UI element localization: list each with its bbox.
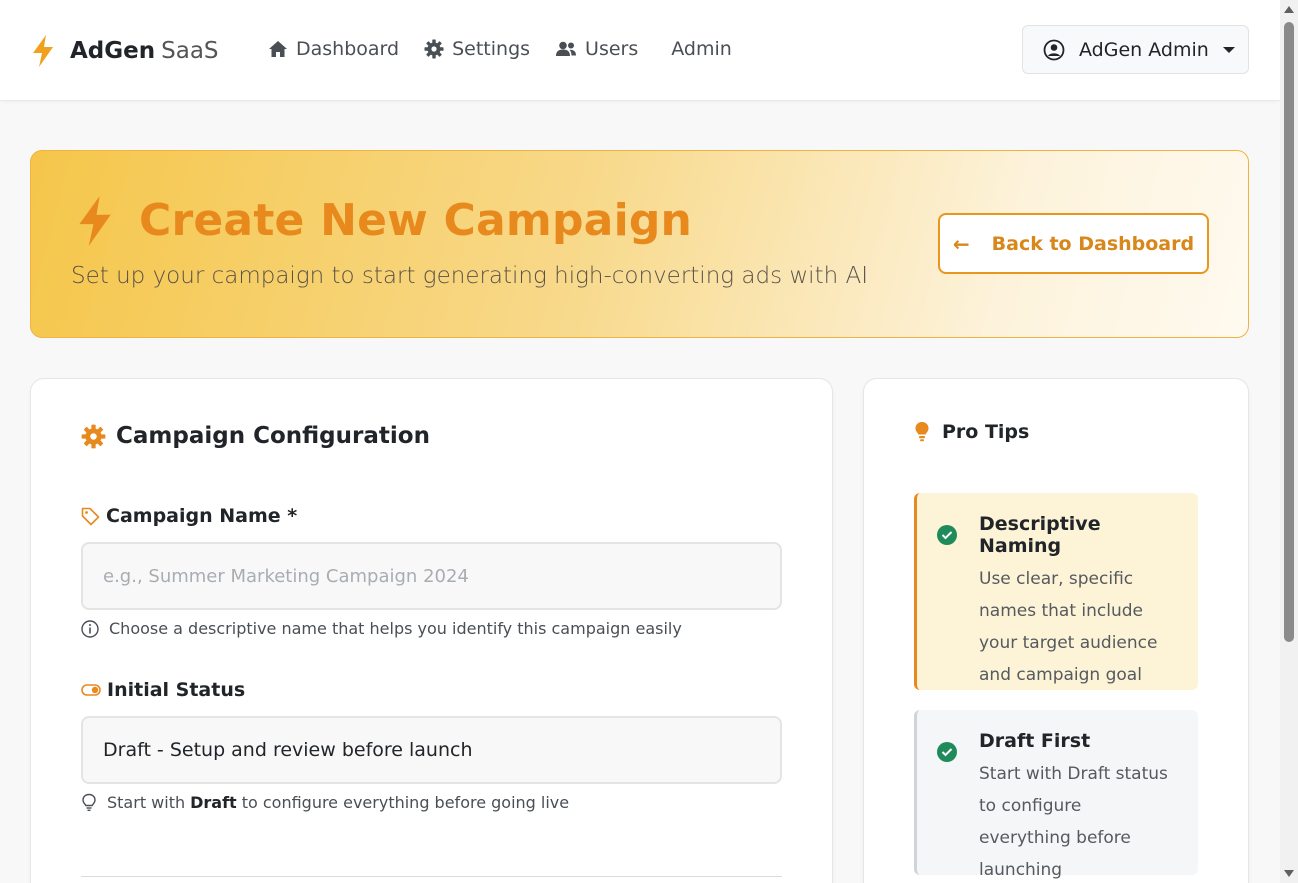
user-menu-label: AdGen Admin xyxy=(1079,38,1209,61)
pro-tips-title-text: Pro Tips xyxy=(942,421,1030,443)
tip-text: Use clear, specific names that include y… xyxy=(979,569,1158,685)
bolt-icon xyxy=(33,35,53,67)
campaign-config-title: Campaign Configuration xyxy=(81,423,430,449)
toggle-icon xyxy=(81,684,101,696)
user-circle-icon xyxy=(1043,39,1065,60)
status-help-prefix: Start with xyxy=(107,793,186,812)
campaign-config-title-text: Campaign Configuration xyxy=(116,423,430,449)
back-to-dashboard-button[interactable]: ← Back to Dashboard xyxy=(938,213,1209,274)
lightbulb-icon xyxy=(82,793,96,811)
campaign-config-card: Campaign Configuration Campaign Name * C… xyxy=(30,378,833,883)
initial-status-value: Draft - Setup and review before launch xyxy=(103,739,473,761)
initial-status-label-text: Initial Status xyxy=(107,679,246,701)
initial-status-help: Start with Draft to configure everything… xyxy=(81,793,569,812)
user-menu-button[interactable]: AdGen Admin xyxy=(1022,25,1249,74)
brand-suffix: SaaS xyxy=(161,38,219,64)
lightbulb-icon xyxy=(915,422,929,442)
nav-dashboard[interactable]: Dashboard xyxy=(268,38,399,60)
nav-settings-label: Settings xyxy=(452,38,531,60)
page-subtitle: Set up your campaign to start generating… xyxy=(71,263,868,289)
chevron-down-icon xyxy=(1222,46,1235,53)
status-help-suffix: to configure everything before going liv… xyxy=(241,793,570,812)
campaign-name-label: Campaign Name * xyxy=(81,505,297,527)
pro-tips-title: Pro Tips xyxy=(914,421,1029,443)
nav-users-label: Users xyxy=(585,38,639,60)
gear-icon xyxy=(81,424,106,448)
back-to-dashboard-label: Back to Dashboard xyxy=(991,232,1195,255)
page-header-banner: Create New Campaign Set up your campaign… xyxy=(30,150,1249,338)
campaign-name-help: Choose a descriptive name that helps you… xyxy=(81,619,682,638)
tip-draft-first: Draft First Start with Draft status to c… xyxy=(914,710,1198,880)
tip-title: Descriptive Naming xyxy=(979,513,1101,557)
page-scrollbar[interactable] xyxy=(1280,0,1298,883)
home-icon xyxy=(269,41,287,57)
page-title: Create New Campaign xyxy=(75,195,692,246)
check-circle-icon xyxy=(937,742,957,762)
section-divider xyxy=(81,876,782,877)
top-navbar: AdGen SaaS Dashboard Settings Users Admi… xyxy=(0,0,1280,101)
nav-users[interactable]: Users xyxy=(555,38,638,60)
check-circle-icon xyxy=(937,525,957,545)
pro-tips-card: Pro Tips Descriptive Naming Use clear, s… xyxy=(863,378,1249,883)
gear-icon xyxy=(424,39,444,59)
scrollbar-thumb[interactable] xyxy=(1284,22,1294,642)
main-nav: Dashboard Settings Users Admin xyxy=(268,38,757,60)
scroll-up-arrow-icon[interactable] xyxy=(1284,6,1294,13)
users-icon xyxy=(556,41,577,56)
campaign-name-help-text: Choose a descriptive name that helps you… xyxy=(109,619,682,638)
tip-text: Start with Draft status to configure eve… xyxy=(979,764,1168,880)
tip-descriptive-naming: Descriptive Naming Use clear, specific n… xyxy=(914,493,1198,690)
arrow-left-icon: ← xyxy=(952,231,970,256)
nav-admin-label: Admin xyxy=(671,38,732,60)
brand-name: AdGen xyxy=(70,38,156,64)
nav-dashboard-label: Dashboard xyxy=(296,38,400,60)
bolt-icon xyxy=(79,195,111,246)
info-icon xyxy=(81,619,99,638)
campaign-name-label-text: Campaign Name * xyxy=(106,505,298,527)
scroll-down-arrow-icon[interactable] xyxy=(1284,870,1294,877)
campaign-name-input[interactable] xyxy=(81,542,782,610)
tip-title: Draft First xyxy=(979,730,1091,752)
status-help-bold: Draft xyxy=(190,793,237,812)
initial-status-label: Initial Status xyxy=(81,679,245,701)
brand-logo[interactable]: AdGen SaaS xyxy=(30,35,219,67)
initial-status-select[interactable]: Draft - Setup and review before launch xyxy=(81,716,782,784)
tag-icon xyxy=(81,507,100,525)
nav-settings[interactable]: Settings xyxy=(424,38,530,60)
nav-admin[interactable]: Admin xyxy=(671,38,732,60)
page-title-text: Create New Campaign xyxy=(139,195,693,246)
